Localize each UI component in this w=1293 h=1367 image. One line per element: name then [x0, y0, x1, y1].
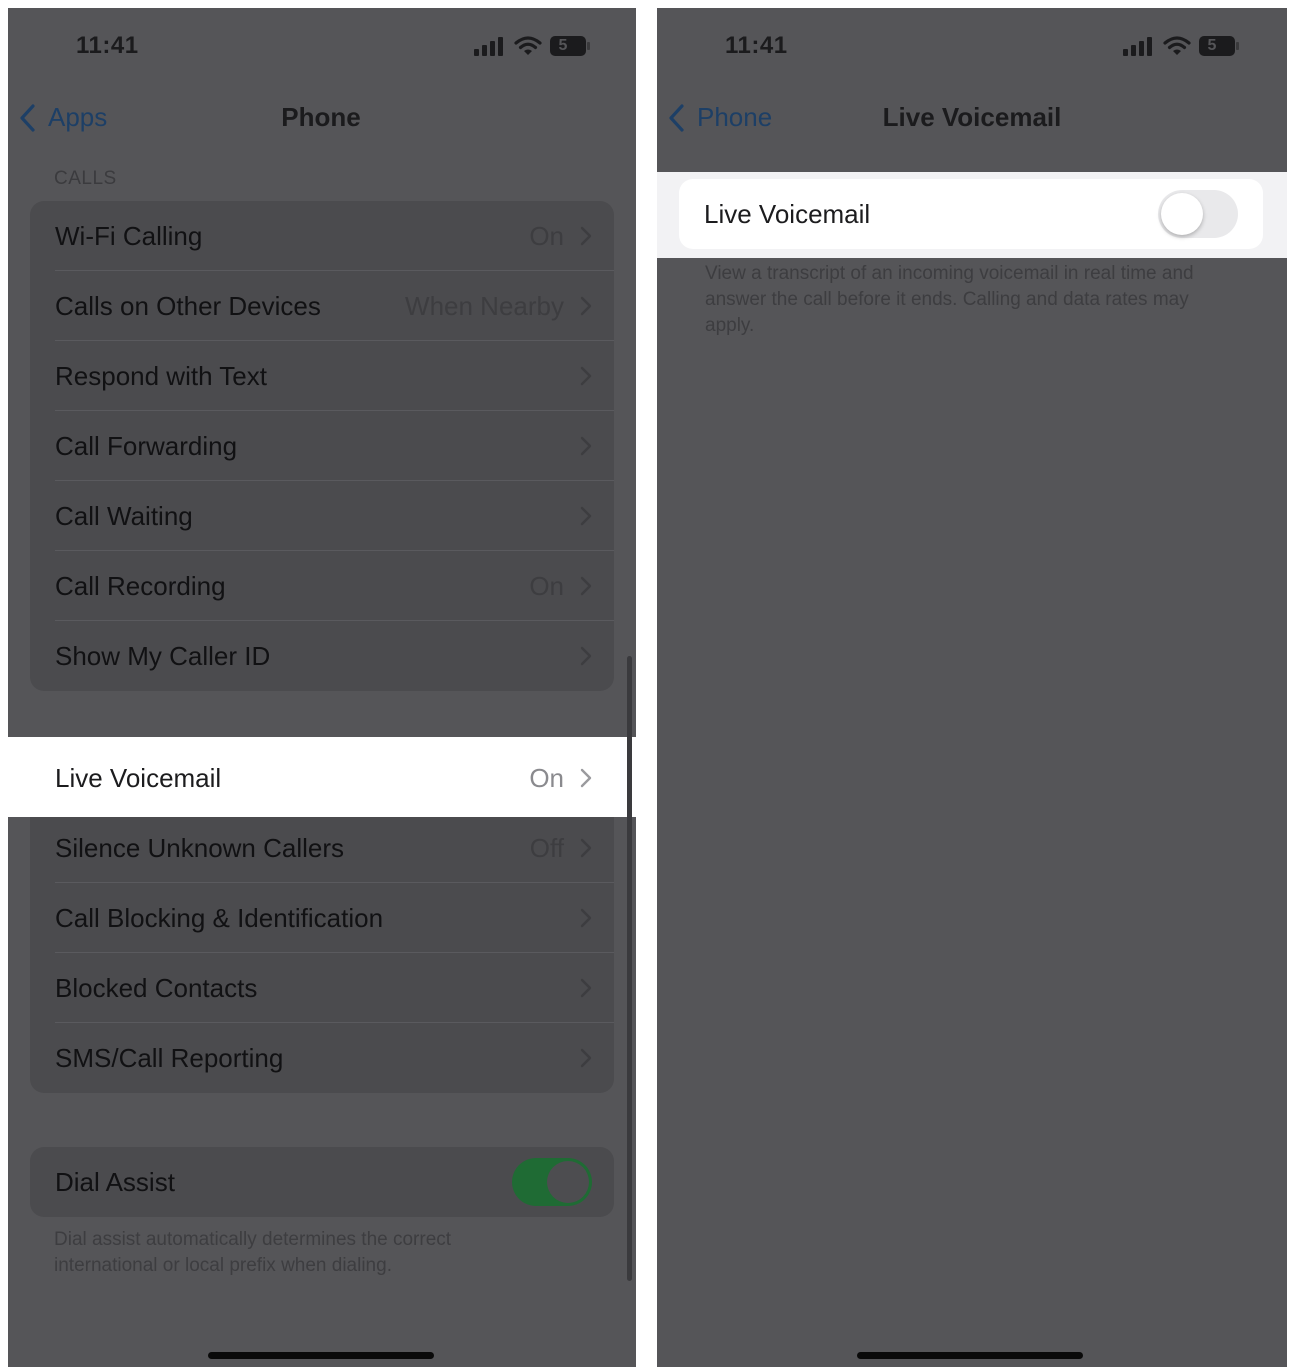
- row-label: SMS/Call Reporting: [55, 1042, 284, 1073]
- back-label: Phone: [697, 102, 773, 132]
- call-recording-row[interactable]: Call Recording On: [30, 551, 614, 621]
- status-icons: 5: [1123, 36, 1239, 56]
- row-value: Off: [529, 832, 564, 863]
- row-label: Call Forwarding: [55, 430, 238, 461]
- live-voicemail-row[interactable]: Live Voicemail On: [30, 743, 614, 813]
- dial-assist-group: Dial Assist: [30, 1147, 614, 1217]
- row-value: On: [529, 762, 564, 793]
- row-label: Call Blocking & Identification: [55, 902, 384, 933]
- row-label: Respond with Text: [55, 360, 267, 391]
- page-title: Live Voicemail: [882, 102, 1062, 132]
- silence-unknown-callers-row[interactable]: Silence Unknown Callers Off: [30, 813, 614, 883]
- calls-on-other-devices-row[interactable]: Calls on Other Devices When Nearby: [30, 271, 614, 341]
- chevron-right-icon: [580, 978, 592, 998]
- row-label: Live Voicemail: [55, 762, 222, 793]
- calls-section-header: CALLS: [54, 168, 117, 189]
- chevron-right-icon: [580, 296, 592, 316]
- sms-call-reporting-row[interactable]: SMS/Call Reporting: [30, 1023, 614, 1093]
- call-forwarding-row[interactable]: Call Forwarding: [30, 411, 614, 481]
- row-label: Show My Caller ID: [55, 640, 271, 671]
- chevron-right-icon: [580, 506, 592, 526]
- call-waiting-row[interactable]: Call Waiting: [30, 481, 614, 551]
- chevron-right-icon: [580, 1048, 592, 1068]
- live-voicemail-toggle[interactable]: [1158, 190, 1238, 238]
- signal-icon: [1123, 37, 1152, 56]
- wifi-icon: [1163, 36, 1191, 55]
- row-label: Wi-Fi Calling: [55, 220, 203, 251]
- chevron-right-icon: [580, 226, 592, 246]
- chevron-right-icon: [580, 908, 592, 928]
- wifi-calling-row[interactable]: Wi-Fi Calling On: [30, 201, 614, 271]
- status-icons: 5: [474, 36, 590, 56]
- dial-assist-toggle[interactable]: [512, 1158, 592, 1206]
- phone-settings-screen: 11:41 5 Apps Phone CALLS Wi-Fi Calling O…: [8, 8, 636, 1367]
- battery-icon: 5: [550, 36, 590, 56]
- row-label: Calls on Other Devices: [55, 290, 321, 321]
- toggle-knob: [547, 1161, 589, 1203]
- chevron-right-icon: [580, 646, 592, 666]
- row-label: Silence Unknown Callers: [55, 832, 345, 863]
- chevron-right-icon: [580, 576, 592, 596]
- row-label: Call Waiting: [55, 500, 193, 531]
- row-value: On: [529, 570, 564, 601]
- row-label: Dial Assist: [55, 1166, 175, 1197]
- home-indicator[interactable]: [857, 1352, 1083, 1359]
- back-label: Apps: [48, 102, 108, 132]
- home-indicator[interactable]: [208, 1352, 434, 1359]
- battery-level: 5: [558, 37, 568, 54]
- show-my-caller-id-row[interactable]: Show My Caller ID: [30, 621, 614, 691]
- row-value: On: [529, 220, 564, 251]
- chevron-left-icon: [669, 103, 684, 132]
- live-voicemail-toggle-row: Live Voicemail: [679, 179, 1263, 249]
- row-label: Live Voicemail: [704, 198, 871, 229]
- chevron-right-icon: [580, 838, 592, 858]
- respond-with-text-row[interactable]: Respond with Text: [30, 341, 614, 411]
- signal-icon: [474, 37, 503, 56]
- row-label: Call Recording: [55, 570, 226, 601]
- row-label: Blocked Contacts: [55, 972, 258, 1003]
- chevron-right-icon: [580, 768, 592, 788]
- dial-assist-footnote: Dial assist automatically determines the…: [54, 1229, 452, 1276]
- call-blocking-identification-row[interactable]: Call Blocking & Identification: [30, 883, 614, 953]
- chevron-right-icon: [580, 436, 592, 456]
- chevron-left-icon: [20, 103, 35, 132]
- blocked-contacts-row[interactable]: Blocked Contacts: [30, 953, 614, 1023]
- row-value: When Nearby: [405, 290, 564, 321]
- status-time: 11:41: [725, 32, 788, 59]
- back-button[interactable]: Phone: [667, 102, 772, 133]
- battery-icon: 5: [1199, 36, 1239, 56]
- toggle-knob: [1161, 193, 1203, 235]
- scrollbar[interactable]: [627, 656, 632, 1281]
- dial-assist-row: Dial Assist: [30, 1147, 614, 1217]
- battery-level: 5: [1207, 37, 1217, 54]
- calls-group: Wi-Fi Calling On Calls on Other Devices …: [30, 201, 614, 691]
- page-title: Phone: [281, 102, 361, 132]
- live-voicemail-screen: 11:41 5 Phone Live Voicemail Live Voicem…: [657, 8, 1287, 1367]
- back-button[interactable]: Apps: [18, 102, 107, 133]
- chevron-right-icon: [580, 366, 592, 386]
- status-time: 11:41: [76, 32, 139, 59]
- live-voicemail-footnote: View a transcript of an incoming voicema…: [705, 263, 1194, 336]
- wifi-icon: [514, 36, 542, 55]
